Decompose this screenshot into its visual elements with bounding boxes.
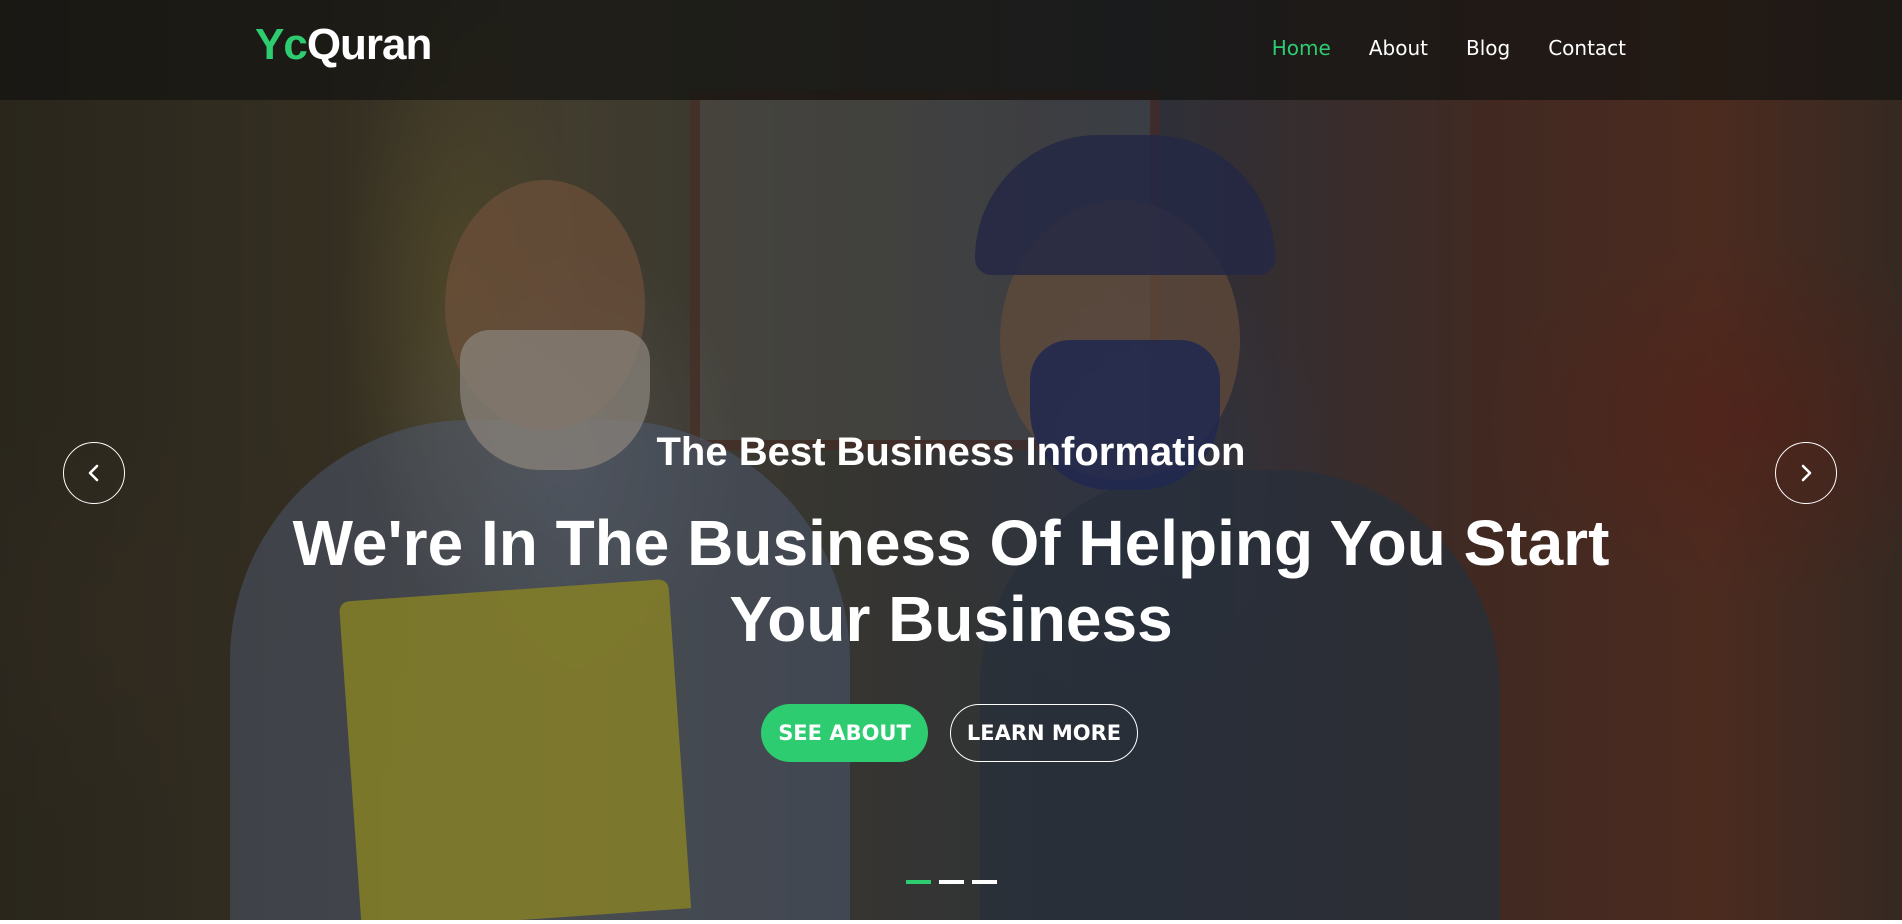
nav-item-blog[interactable]: Blog xyxy=(1466,36,1510,60)
logo-text: Quran xyxy=(306,20,433,69)
see-about-button[interactable]: SEE ABOUT xyxy=(761,704,928,762)
prev-slide-button[interactable] xyxy=(63,442,125,504)
hero-subtitle: The Best Business Information xyxy=(656,430,1246,474)
chevron-right-icon xyxy=(1801,464,1812,482)
slide-indicator-2[interactable] xyxy=(939,880,964,884)
nav-item-about[interactable]: About xyxy=(1369,36,1428,60)
slide-indicator-1[interactable] xyxy=(906,880,931,884)
site-logo[interactable]: YcQuran xyxy=(255,20,433,70)
nav-menu: Home About Blog Contact xyxy=(1272,36,1626,60)
hero-title: We're In The Business Of Helping You Sta… xyxy=(292,507,1610,655)
next-slide-button[interactable] xyxy=(1775,442,1837,504)
logo-accent: Yc xyxy=(255,20,308,69)
navbar: YcQuran Home About Blog Contact xyxy=(0,0,1902,100)
learn-more-button[interactable]: LEARN MORE xyxy=(950,704,1138,762)
slide-indicators xyxy=(906,880,997,884)
hero-content: The Best Business Information We're In T… xyxy=(0,0,1902,920)
chevron-left-icon xyxy=(88,464,99,482)
slide-indicator-3[interactable] xyxy=(972,880,997,884)
nav-item-contact[interactable]: Contact xyxy=(1548,36,1626,60)
nav-item-home[interactable]: Home xyxy=(1272,36,1331,60)
